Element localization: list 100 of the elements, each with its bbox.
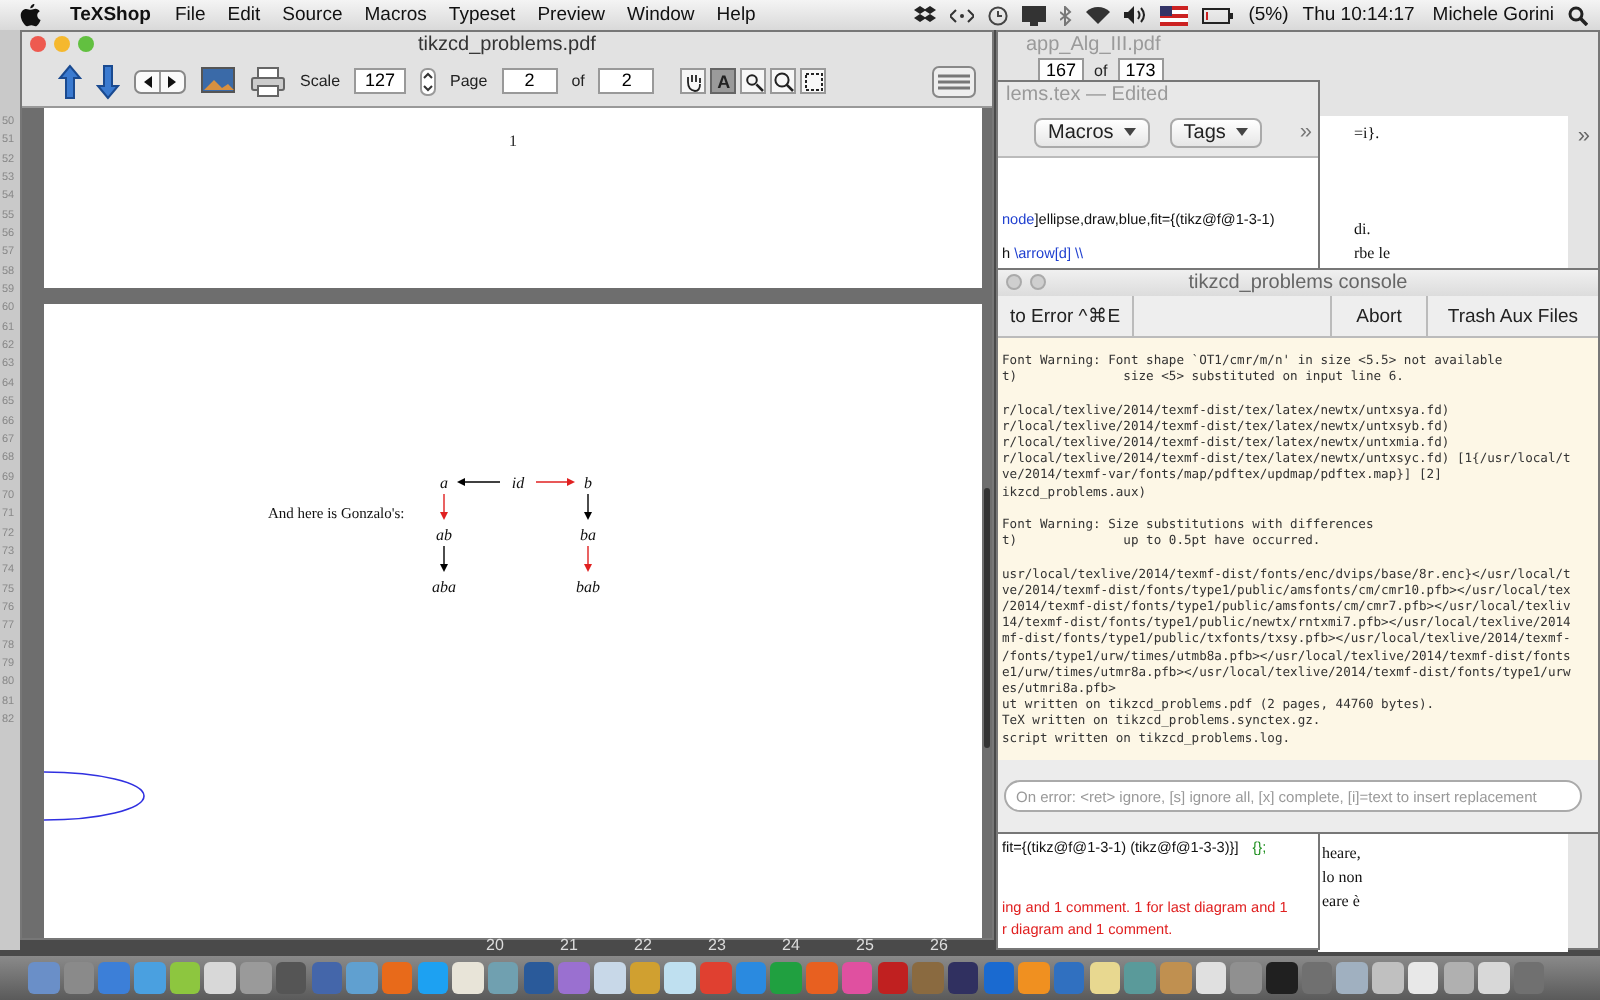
caret-icon [1235, 127, 1248, 136]
code-brackets-icon[interactable] [950, 7, 975, 23]
app-icon[interactable] [664, 962, 696, 994]
app-icon[interactable] [629, 962, 661, 994]
console-button[interactable]: Trash Aux Files [1427, 296, 1598, 336]
bluetooth-icon[interactable] [1060, 5, 1073, 25]
previous-next-control[interactable] [134, 69, 186, 93]
calendar-day-number: 24 [780, 936, 802, 954]
menu-item[interactable]: Typeset [448, 4, 516, 26]
app-icon[interactable] [947, 962, 979, 994]
page-number: 1 [509, 132, 517, 154]
ellipse-drawing [44, 768, 148, 824]
minimize-button[interactable] [54, 36, 70, 52]
menu-item[interactable]: File [174, 4, 206, 26]
app-icon[interactable] [452, 962, 484, 994]
calendar-day-number: 23 [706, 936, 728, 954]
minimize-button[interactable] [1030, 274, 1046, 290]
page-text: di. [1354, 220, 1373, 238]
calendar-day-number: 26 [928, 936, 950, 954]
clock-text[interactable]: Thu 10:14:17 [1302, 4, 1415, 26]
chevron-button[interactable]: » [1299, 120, 1312, 144]
popup-button[interactable]: Macros [1034, 117, 1150, 147]
menu-item[interactable]: Window [627, 4, 695, 26]
page-field[interactable]: 167 [1038, 57, 1085, 83]
app-icon[interactable] [594, 962, 625, 994]
of-label: of [1094, 61, 1108, 79]
scale-label: Scale [300, 72, 341, 90]
user-name[interactable]: Michele Gorini [1432, 4, 1554, 26]
stepper-icon[interactable] [420, 67, 437, 95]
photo-icon[interactable] [200, 66, 236, 96]
app-icon[interactable] [1089, 962, 1121, 994]
menu-item[interactable]: Source [282, 4, 343, 26]
app-icon[interactable] [1407, 962, 1439, 994]
window-title: tikzcd_problems.pdf [418, 33, 596, 55]
volume-icon[interactable] [1124, 6, 1147, 24]
menu-item[interactable]: Edit [227, 4, 261, 26]
app-icon[interactable] [487, 962, 519, 994]
page-text: =i}. [1354, 124, 1382, 142]
app-icon[interactable] [417, 962, 449, 994]
clock-icon[interactable] [988, 5, 1009, 25]
diagram-label: a [440, 474, 448, 492]
of-label: of [571, 72, 585, 90]
magnifier-icon[interactable] [770, 68, 797, 94]
close-button[interactable] [1006, 274, 1022, 290]
app-icon[interactable] [204, 962, 236, 994]
console-button[interactable]: Abort [1330, 296, 1428, 336]
page-text: rbe le [1354, 244, 1392, 262]
page-text: eare è [1322, 892, 1362, 910]
menu-item[interactable]: Help [716, 4, 756, 26]
page-label: Page [450, 72, 488, 90]
diagram-label: id [511, 474, 525, 492]
hand-icon[interactable] [680, 68, 707, 94]
dropbox-icon[interactable] [914, 5, 937, 25]
diagram-label: ab [436, 526, 452, 544]
scrollbar[interactable] [984, 488, 990, 748]
flag-icon[interactable] [1160, 5, 1189, 25]
close-button[interactable] [30, 36, 46, 52]
calendar-day-number: 25 [854, 936, 876, 954]
page-field[interactable]: 2 [501, 68, 558, 94]
app-icon[interactable] [1372, 962, 1404, 994]
page-count-field: 2 [598, 68, 655, 94]
up-arrow-icon[interactable] [58, 63, 82, 99]
search-icon[interactable] [1568, 5, 1588, 25]
diagram-label: ba [580, 526, 596, 544]
wifi-icon[interactable] [1086, 6, 1111, 24]
app-icon[interactable] [1443, 962, 1474, 994]
diagram-label: b [584, 474, 592, 492]
calendar-day-number: 20 [484, 936, 506, 954]
app-icon[interactable] [1266, 962, 1298, 994]
marquee-select-icon[interactable] [800, 68, 827, 94]
window-title: lems.tex — Edited [1006, 84, 1169, 106]
printer-icon[interactable] [250, 65, 286, 97]
chevron-button[interactable]: » [1577, 124, 1590, 148]
window-title: app_Alg_III.pdf [1026, 33, 1161, 55]
text-tool-button[interactable]: A [710, 68, 737, 94]
console-button[interactable]: to Error ^⌘E [998, 296, 1135, 336]
apple-icon[interactable] [20, 3, 42, 27]
calendar-day-number: 21 [558, 936, 580, 954]
magnifier-icon[interactable] [740, 68, 767, 94]
app-icon[interactable] [169, 962, 201, 994]
diagram-label: aba [432, 578, 456, 596]
battery-percent: (5%) [1248, 4, 1289, 26]
menu-item[interactable]: Preview [537, 4, 605, 26]
popup-button[interactable]: Tags [1169, 117, 1262, 147]
page-text: heare, [1322, 844, 1363, 862]
app-icon[interactable] [1195, 962, 1227, 994]
zoom-button[interactable] [78, 36, 94, 52]
caret-icon [1123, 127, 1136, 136]
down-arrow-icon[interactable] [96, 63, 120, 99]
display-icon[interactable] [1022, 5, 1047, 25]
page-count-field: 173 [1117, 57, 1164, 83]
app-menu[interactable]: TeXShop [70, 4, 151, 26]
app-icon[interactable] [1478, 962, 1510, 994]
window-title: tikzcd_problems console [1188, 272, 1408, 294]
page-text: lo non [1322, 868, 1363, 886]
battery-icon[interactable] [1202, 7, 1235, 23]
menu-item[interactable]: Macros [364, 4, 427, 26]
diagram-label: bab [576, 578, 600, 596]
drawer-toggle-icon[interactable] [932, 65, 976, 97]
scale-field[interactable]: 127 [354, 68, 407, 94]
